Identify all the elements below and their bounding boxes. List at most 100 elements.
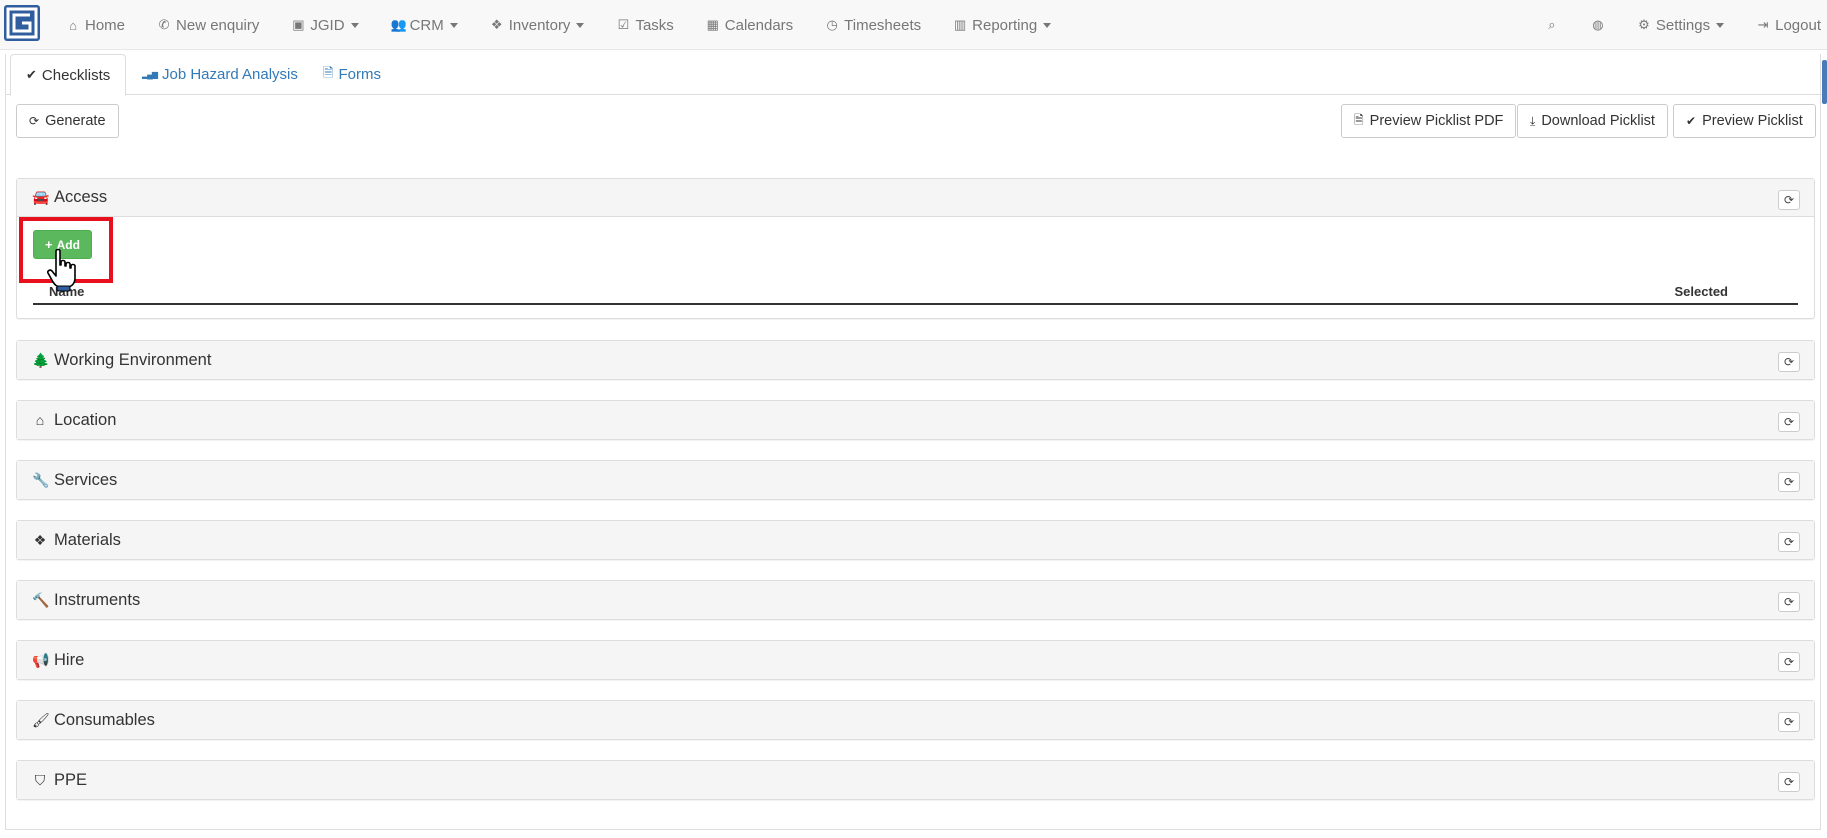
download-picklist-button[interactable]: ⤓ Download Picklist [1517, 104, 1668, 138]
signal-icon: ▂▄▆ [142, 70, 158, 79]
refresh-icon: ⟳ [1783, 715, 1795, 729]
check-icon: ✔ [26, 67, 37, 82]
nav-label: Reporting [972, 16, 1038, 34]
refresh-button[interactable]: ⟳ [1778, 772, 1800, 792]
refresh-button[interactable]: ⟳ [1778, 352, 1800, 372]
nav-label: Settings [1655, 16, 1711, 34]
refresh-button[interactable]: ⟳ [1778, 190, 1800, 210]
search-icon: ⌕ [1548, 17, 1556, 32]
nav-timesheets[interactable]: ◷ Timesheets [809, 0, 937, 50]
globe-icon: ◍ [1592, 17, 1604, 32]
section-panel-instruments: 🔨 Instruments ⟳ [16, 580, 1815, 620]
app-logo[interactable] [4, 5, 40, 41]
nav-label: CRM [409, 16, 444, 34]
nav-label: Calendars [724, 16, 794, 34]
home-icon: ⌂ [35, 412, 45, 428]
panel-title: Working Environment [54, 350, 212, 369]
nav-right: ⌕ ◍ ⚙ Settings ⇥ Logout [1529, 0, 1827, 50]
nav-tasks[interactable]: ☑ Tasks [600, 0, 689, 50]
section-panel-access: 🚘 Access ⟳ Name Selected +Add [16, 178, 1815, 319]
check-square-icon: ☑ [617, 17, 630, 32]
nav-calendars[interactable]: ▦ Calendars [690, 0, 809, 50]
panel-body: Name Selected +Add [17, 217, 1814, 318]
panel-title: Hire [54, 650, 85, 669]
preview-picklist-pdf-button[interactable]: 🗎 Preview Picklist PDF [1341, 104, 1517, 138]
calendar-icon: ▦ [706, 17, 719, 32]
nav-crm[interactable]: 👥 CRM [375, 0, 474, 50]
tab-bar: ✔ Checklists ▂▄▆ Job Hazard Analysis 🗎 Form… [5, 54, 1822, 96]
refresh-button[interactable]: ⟳ [1778, 472, 1800, 492]
paint-brush-icon: 🖌 [32, 711, 50, 728]
file-icon: 🗎 [323, 64, 334, 80]
nav-label: Timesheets [844, 16, 922, 34]
bullhorn-icon: 📢 [32, 651, 50, 668]
scrollbar-thumb[interactable] [1822, 60, 1827, 104]
tab-forms[interactable]: 🗎 Forms [308, 54, 396, 95]
refresh-icon: ⟳ [1783, 415, 1795, 429]
clock-icon: ◷ [826, 17, 838, 32]
nav-reporting[interactable]: ▥ Reporting [937, 0, 1067, 50]
wrench-icon: 🔧 [32, 471, 50, 488]
panel-title: Materials [54, 530, 121, 549]
caret-down-icon [350, 22, 359, 28]
panel-heading[interactable]: 🔧 Services ⟳ [17, 461, 1814, 499]
panel-title: Consumables [54, 710, 155, 729]
panel-title: Services [54, 470, 118, 489]
logout-icon: ⇥ [1757, 17, 1769, 32]
refresh-button[interactable]: ⟳ [1778, 652, 1800, 672]
caret-down-icon [1043, 22, 1052, 28]
main-content: ✔ Checklists ▂▄▆ Job Hazard Analysis 🗎 Form… [5, 54, 1822, 830]
generate-button[interactable]: ⟳ Generate [16, 104, 119, 138]
panel-heading[interactable]: ❖ Materials ⟳ [17, 521, 1814, 559]
nav-label: Inventory [508, 16, 571, 34]
tab-checklists[interactable]: ✔ Checklists [10, 54, 127, 96]
panel-heading[interactable]: 🌲 Working Environment ⟳ [17, 341, 1814, 379]
nav-inventory[interactable]: ❖ Inventory [474, 0, 601, 50]
shield-icon: ⛉ [34, 771, 46, 788]
panel-heading[interactable]: ⌂ Location ⟳ [17, 401, 1814, 439]
panel-heading[interactable]: 🚘 Access ⟳ [17, 179, 1814, 217]
language-button[interactable]: ◍ [1575, 0, 1621, 50]
caret-down-icon [449, 22, 458, 28]
nav-home[interactable]: ⌂ Home [50, 0, 141, 50]
nav-logout[interactable]: ⇥ Logout [1740, 0, 1827, 50]
button-label: Preview Picklist PDF [1369, 113, 1504, 129]
section-panel-ppe: ⛉ PPE ⟳ [16, 760, 1815, 800]
file-pdf-icon: 🗎 [1354, 112, 1364, 127]
check-icon: ✔ [1686, 114, 1697, 128]
top-navbar: ⌂ Home ✆ New enquiry ▣ JGID 👥 CRM ❖ Inventory… [0, 0, 1827, 50]
refresh-button[interactable]: ⟳ [1778, 412, 1800, 432]
refresh-icon: ⟳ [1783, 655, 1795, 669]
caret-down-icon [576, 22, 585, 28]
refresh-icon: ⟳ [1783, 193, 1795, 207]
column-header-selected: Selected [1674, 284, 1728, 299]
panel-heading[interactable]: 🖌 Consumables ⟳ [17, 701, 1814, 739]
section-panel-hire: 📢 Hire ⟳ [16, 640, 1815, 680]
car-icon: 🚘 [32, 189, 50, 205]
refresh-icon: ⟳ [1783, 775, 1795, 789]
button-label: Preview Picklist [1702, 113, 1803, 129]
section-panel-services: 🔧 Services ⟳ [16, 460, 1815, 500]
download-icon: ⤓ [1530, 113, 1536, 128]
preview-picklist-button[interactable]: ✔ Preview Picklist [1673, 104, 1816, 138]
panel-heading[interactable]: 📢 Hire ⟳ [17, 641, 1814, 679]
refresh-button[interactable]: ⟳ [1778, 532, 1800, 552]
refresh-button[interactable]: ⟳ [1778, 712, 1800, 732]
cubes-icon: ❖ [490, 17, 503, 32]
nav-jgid[interactable]: ▣ JGID [275, 0, 374, 50]
refresh-icon: ⟳ [1783, 535, 1795, 549]
panel-heading[interactable]: 🔨 Instruments ⟳ [17, 581, 1814, 619]
panel-heading[interactable]: ⛉ PPE ⟳ [17, 761, 1814, 799]
tab-job-hazard-analysis[interactable]: ▂▄▆ Job Hazard Analysis [127, 54, 313, 95]
refresh-icon: ⟳ [1783, 355, 1795, 369]
refresh-button[interactable]: ⟳ [1778, 592, 1800, 612]
nav-new-enquiry[interactable]: ✆ New enquiry [141, 0, 275, 50]
nav-label: Tasks [635, 16, 674, 34]
gear-icon: ⚙ [1638, 17, 1650, 32]
nav-settings[interactable]: ⚙ Settings [1621, 0, 1740, 50]
tab-label: Checklists [41, 66, 111, 84]
panel-title: Location [54, 410, 117, 429]
home-icon: ⌂ [69, 17, 77, 33]
gavel-icon: 🔨 [32, 591, 50, 608]
search-button[interactable]: ⌕ [1529, 0, 1575, 50]
